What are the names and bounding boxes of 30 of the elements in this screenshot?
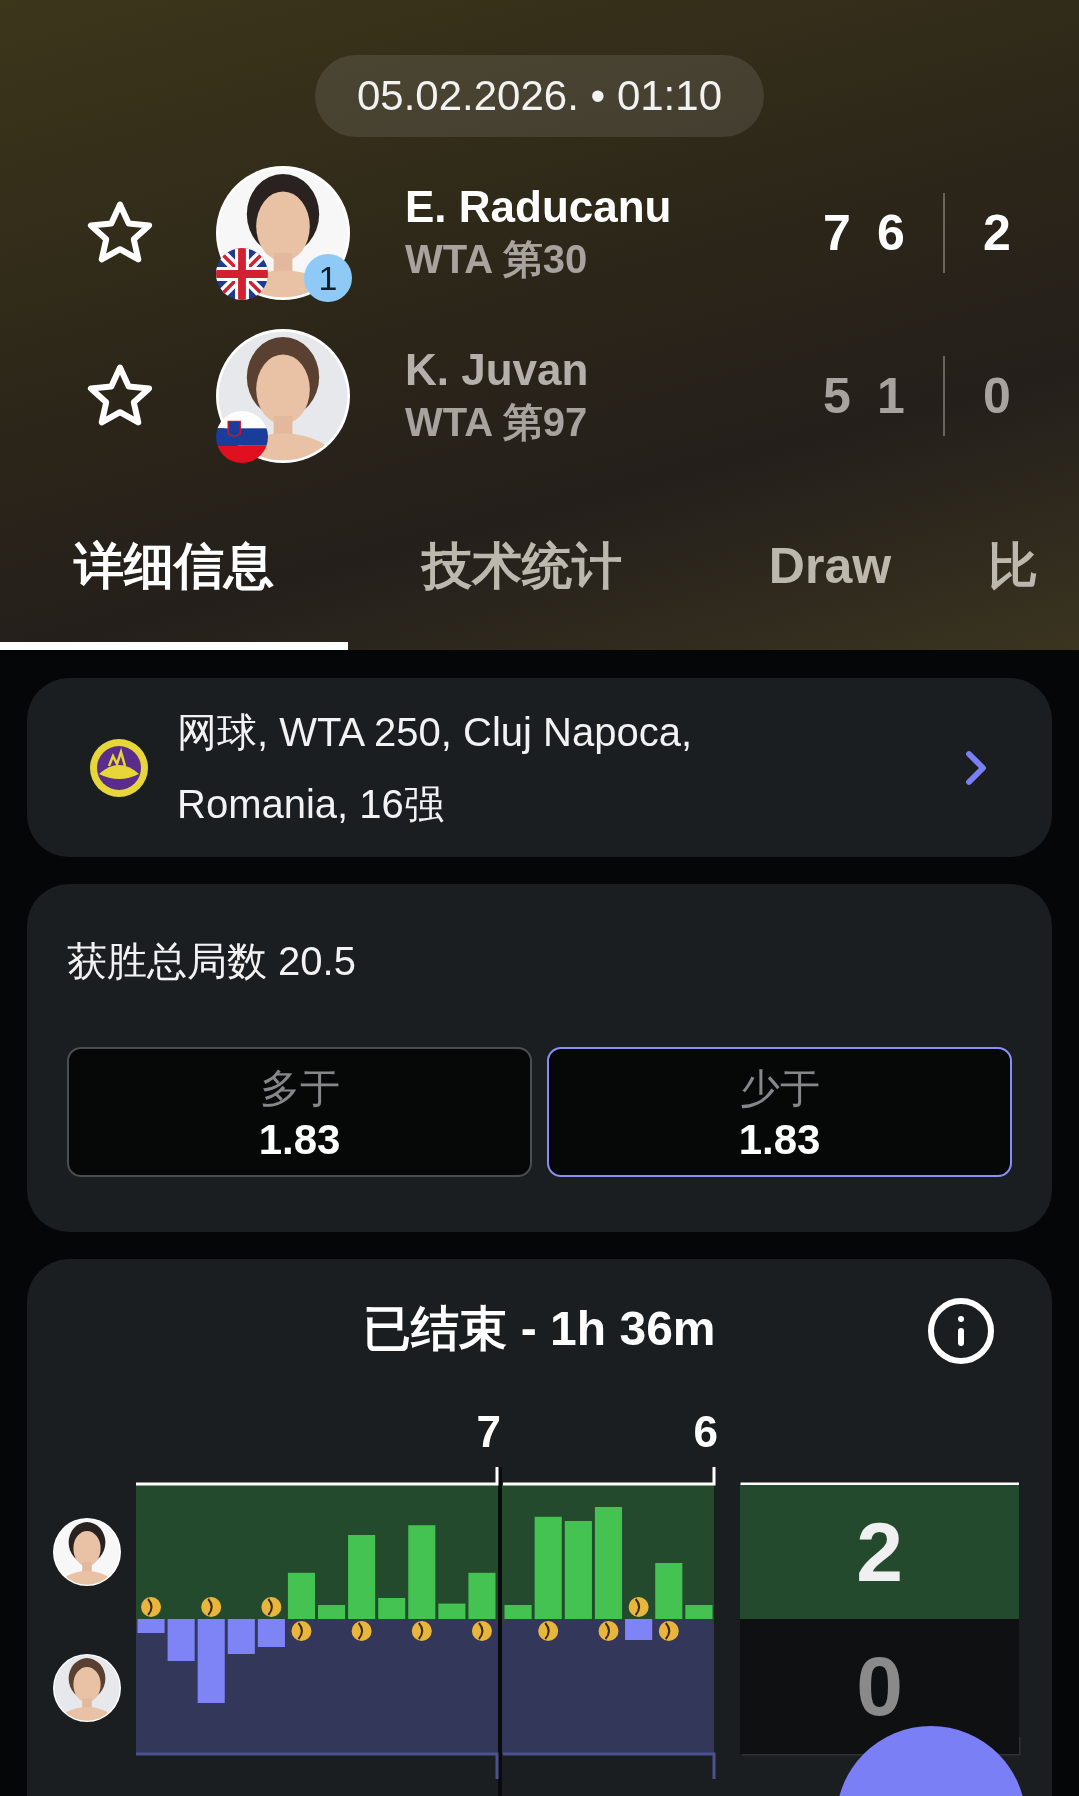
final-set-score: 2 [740, 1485, 1019, 1620]
tab[interactable]: 技术统计 [348, 490, 696, 650]
odds-button[interactable]: 少于 1.83 [547, 1047, 1012, 1177]
game-score: 7 [822, 204, 852, 262]
tab[interactable]: 详细信息 [0, 490, 348, 650]
game-score: 1 [876, 367, 906, 425]
game-score: 5 [822, 367, 852, 425]
flag-icon [216, 248, 268, 300]
tournament-name: 网球, WTA 250, Cluj Napoca, Romania, 16强 [177, 708, 693, 828]
game-score: 6 [876, 204, 906, 262]
match-status: 已结束 - 1h 36m [363, 1301, 716, 1357]
player-name: K. Juvan [405, 344, 590, 396]
player-ranking: WTA 第30 [405, 236, 589, 283]
final-set-score: 0 [740, 1619, 1019, 1754]
odds-button[interactable]: 多于 1.83 [67, 1047, 532, 1177]
tournament-logo-icon [89, 737, 149, 798]
info-button[interactable] [925, 1295, 997, 1367]
tab[interactable]: Draw [696, 490, 964, 650]
tournament-card[interactable]: 网球, WTA 250, Cluj Napoca, Romania, 16强 [27, 678, 1052, 857]
seed-badge: 1 [304, 254, 352, 302]
odds-title: 获胜总局数 20.5 [67, 938, 357, 985]
set-label: 6 [693, 1407, 718, 1457]
set-label: 7 [476, 1407, 501, 1457]
tab[interactable]: 比 [964, 490, 1079, 650]
player-name: E. Raducanu [405, 181, 673, 233]
flag-icon [216, 411, 268, 463]
set-score: 2 [982, 204, 1012, 262]
match-datetime: 05.02.2026. • 01:10 [315, 55, 764, 137]
player-ranking: WTA 第97 [405, 399, 589, 446]
set-score: 0 [982, 367, 1012, 425]
